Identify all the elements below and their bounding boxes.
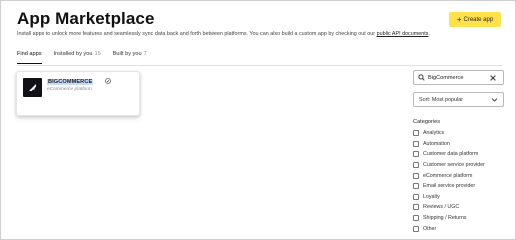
category-checkbox[interactable] (413, 162, 419, 169)
category-label: eCommerce platform (423, 172, 473, 179)
category-analytics[interactable]: Analytics (413, 128, 485, 139)
create-app-button[interactable]: + Create app (449, 12, 501, 27)
category-checkbox[interactable] (413, 225, 419, 232)
tab-count: 7 (143, 51, 147, 57)
category-checkbox[interactable] (413, 193, 419, 200)
category-checkbox[interactable] (413, 204, 419, 211)
search-icon (418, 74, 425, 81)
category-label: Shipping / Returns (423, 215, 467, 222)
tab-divider (17, 65, 502, 66)
category-label: Reviews / UGC (423, 204, 460, 211)
tab-label: Built by you (112, 51, 142, 57)
tab-built-by-you[interactable]: Built by you 7 (113, 47, 147, 64)
close-icon[interactable] (489, 74, 497, 82)
category-checkbox[interactable] (413, 215, 419, 222)
chevron-down-icon (491, 98, 498, 102)
category-label: Other (423, 225, 437, 232)
category-label: Customer service provider (423, 162, 485, 169)
category-customer-data-platform[interactable]: Customer data platform (413, 149, 485, 160)
category-label: Analytics (423, 130, 445, 137)
category-checkbox[interactable] (413, 140, 419, 147)
category-other[interactable]: Other (413, 223, 485, 234)
category-label: Loyalty (423, 193, 440, 200)
search-input[interactable] (428, 74, 488, 81)
category-label: Email service provider (423, 183, 476, 190)
tab-bar: Find apps Installed by you 15 Built by yo… (17, 47, 159, 65)
category-checkbox[interactable] (413, 151, 419, 158)
tab-label: Installed by you (53, 51, 93, 57)
page-description: Install apps to unlock more features and… (17, 31, 430, 37)
bigcommerce-logo-icon (23, 78, 42, 97)
category-reviews-ugc[interactable]: Reviews / UGC (413, 202, 485, 213)
tab-count: 15 (94, 51, 101, 57)
category-email-service-provider[interactable]: Email service provider (413, 181, 485, 192)
category-shipping-returns[interactable]: Shipping / Returns (413, 213, 485, 224)
category-automation[interactable]: Automation (413, 139, 485, 150)
description-end: . (428, 31, 430, 37)
category-checkbox[interactable] (413, 130, 419, 137)
category-loyalty[interactable]: Loyalty (413, 192, 485, 203)
tab-find-apps[interactable]: Find apps (17, 47, 42, 64)
category-label: Automation (423, 140, 450, 147)
sort-dropdown[interactable]: Sort: Most popular (413, 92, 504, 107)
verified-badge-icon (105, 78, 111, 84)
create-app-label: Create app (463, 16, 494, 23)
categories-list: Analytics Automation Customer data platf… (413, 128, 485, 234)
categories-heading: Categories (413, 119, 441, 125)
app-category: eCommerce platform (47, 87, 92, 92)
description-text: Install apps to unlock more features and… (17, 31, 377, 37)
category-customer-service-provider[interactable]: Customer service provider (413, 160, 485, 171)
tab-installed-by-you[interactable]: Installed by you 15 (54, 47, 101, 64)
category-ecommerce-platform[interactable]: eCommerce platform (413, 170, 485, 181)
search-box (413, 70, 504, 85)
app-card-bigcommerce[interactable]: BIGCOMMERCE eCommerce platform (16, 71, 140, 116)
category-checkbox[interactable] (413, 172, 419, 179)
category-checkbox[interactable] (413, 183, 419, 190)
category-label: Customer data platform (423, 151, 479, 158)
app-name: BIGCOMMERCE (47, 79, 94, 85)
api-docs-link[interactable]: public API documents (377, 31, 429, 37)
plus-icon: + (456, 14, 462, 24)
page-title: App Marketplace (17, 9, 155, 28)
sort-selected: Sort: Most popular (419, 96, 464, 103)
tab-label: Find apps (17, 51, 42, 57)
